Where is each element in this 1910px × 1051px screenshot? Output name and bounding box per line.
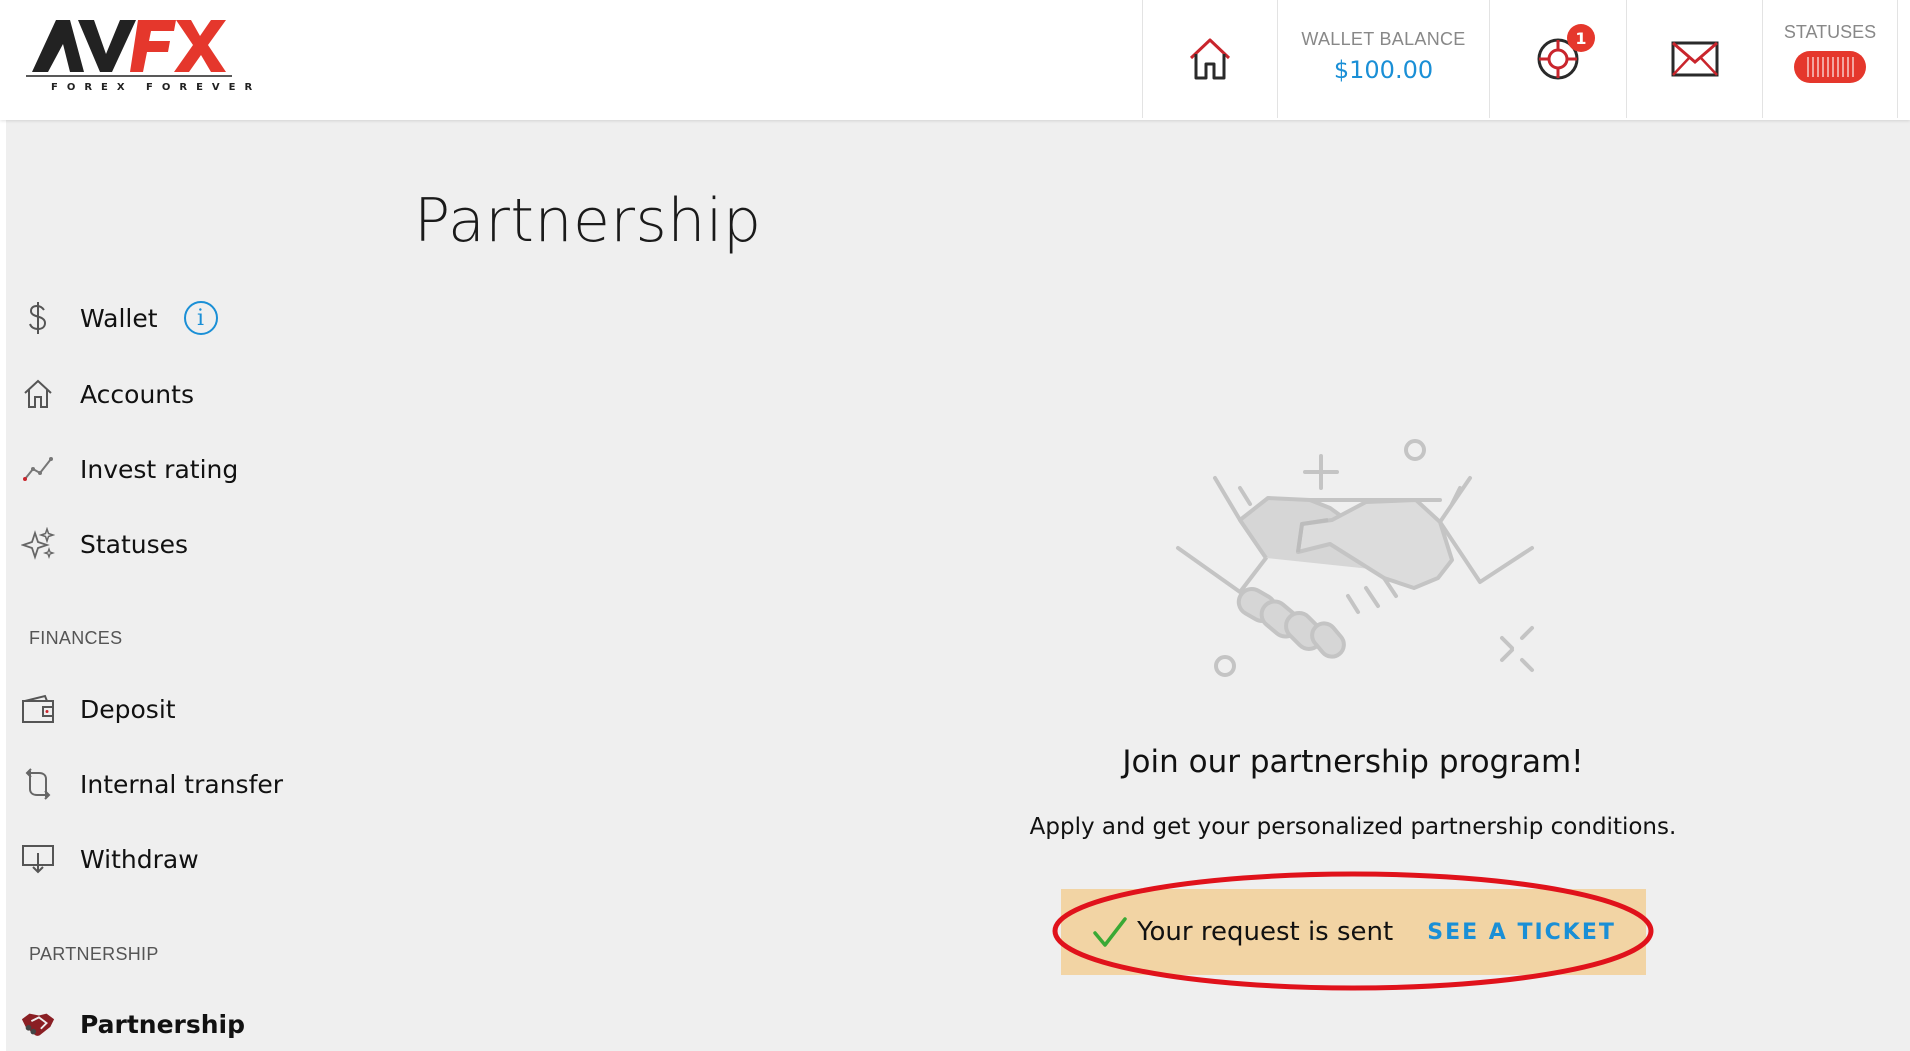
home-icon [1189,38,1231,80]
partnership-section-label: PARTNERSHIP [29,944,159,964]
checkmark-icon [1093,917,1127,947]
see-ticket-link[interactable]: SEE A TICKET [1427,920,1616,945]
info-icon[interactable]: i [183,301,218,335]
request-status-box: Your request is sent SEE A TICKET [1061,889,1646,975]
logo-tagline: FOREX FOREVER [51,82,262,93]
wallet-balance-label: WALLET BALANCE [1301,28,1466,49]
sidebar-item-invest-rating[interactable]: Invest rating [20,449,238,489]
avfx-logo[interactable]: FOREX FOREVER [26,14,262,96]
sidebar-item-internal-transfer[interactable]: Internal transfer [20,764,283,804]
logo-mark [26,20,232,77]
withdraw-tray-icon [20,841,56,877]
sidebar-item-label: Invest rating [80,454,239,484]
transfer-arrows-icon [20,766,56,802]
sidebar-item-label: Wallet [80,303,158,333]
request-status-text: Your request is sent [1137,917,1394,947]
handshake-icon [20,1006,56,1042]
support-button[interactable]: 1 [1489,0,1626,118]
dollar-icon [20,300,56,336]
wallet-balance-value: $100.00 [1333,55,1434,84]
sidebar-item-withdraw[interactable]: Withdraw [20,839,199,879]
sidebar-item-label: Statuses [80,529,189,559]
sidebar-item-label: Internal transfer [80,769,284,799]
house-icon [20,376,56,412]
promo-subtitle: Apply and get your personalized partners… [1029,814,1677,840]
home-button[interactable] [1142,0,1277,118]
sidebar-item-label: Deposit [80,694,176,724]
wallet-balance[interactable]: WALLET BALANCE $100.00 [1277,0,1489,118]
page-title: Partnership [414,186,762,256]
status-progress-pill [1794,50,1866,83]
statuses-button[interactable]: STATUSES [1762,0,1898,118]
notification-badge: 1 [1567,24,1595,52]
sidebar-item-partnership[interactable]: Partnership [20,1004,245,1044]
promo-title: Join our partnership program! [1122,744,1584,780]
top-header: FOREX FOREVER WALLET BALANCE $100.00 1 S… [0,0,1910,120]
handshake-illustration-icon [1176,439,1534,677]
mail-button[interactable] [1626,0,1762,118]
sidebar-item-wallet[interactable]: Wallet i [20,298,218,338]
mail-icon [1671,41,1718,77]
sidebar-item-label: Partnership [80,1009,246,1039]
wallet-icon [20,691,56,727]
sidebar-item-label: Withdraw [80,844,199,874]
sidebar-item-accounts[interactable]: Accounts [20,374,194,414]
finances-section-label: FINANCES [29,628,123,648]
sidebar-item-label: Accounts [80,379,194,409]
sidebar-item-deposit[interactable]: Deposit [20,689,176,729]
sparkles-icon [20,526,56,562]
statuses-label: STATUSES [1783,21,1877,42]
sidebar-item-statuses[interactable]: Statuses [20,524,188,564]
trend-line-icon [20,451,56,487]
